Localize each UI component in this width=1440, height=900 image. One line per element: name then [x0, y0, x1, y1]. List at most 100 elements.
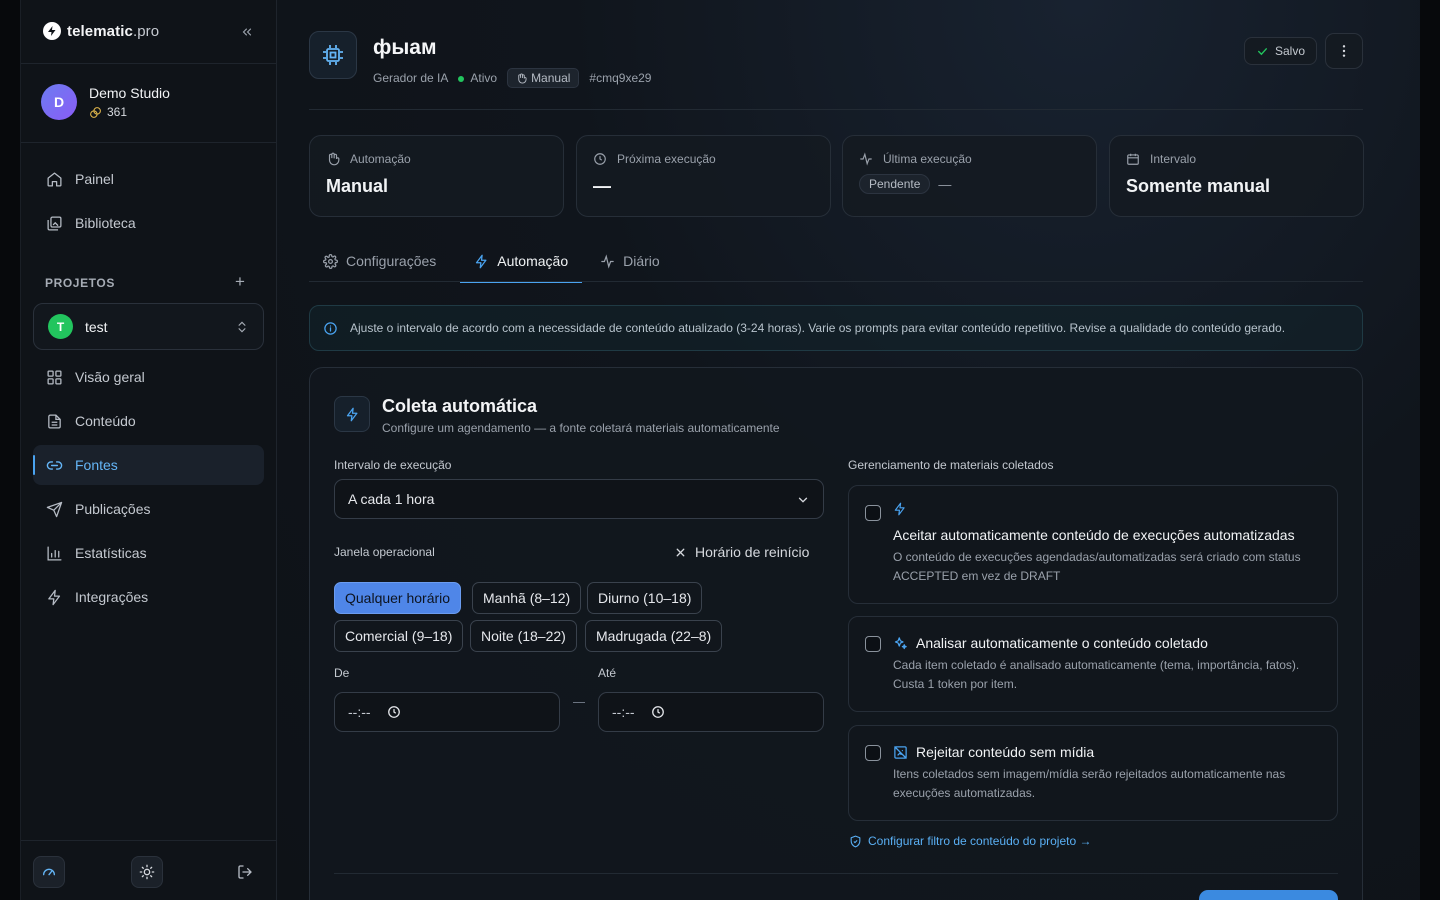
- clock-icon[interactable]: [387, 705, 401, 719]
- left-edge: [0, 0, 20, 900]
- usage-button[interactable]: [33, 856, 65, 888]
- to-time-input[interactable]: --:--: [598, 692, 824, 732]
- activity-icon: [860, 152, 872, 166]
- more-options-button[interactable]: [1325, 33, 1363, 69]
- nav-item-conteudo[interactable]: Conteúdo: [33, 401, 264, 441]
- nav-item-publicacoes[interactable]: Publicações: [33, 489, 264, 529]
- coins-icon: [90, 106, 101, 118]
- more-vertical-icon: [1342, 45, 1346, 57]
- saved-status: Salvo: [1244, 37, 1318, 65]
- option-auto-analyze: Analisar automaticamente o conteúdo cole…: [848, 616, 1338, 712]
- check-icon: [1258, 47, 1267, 55]
- chip-morning[interactable]: Manhã (8–12): [472, 582, 582, 614]
- divider: [309, 109, 1363, 110]
- nav-item-fontes[interactable]: Fontes: [33, 445, 264, 485]
- divider: [334, 873, 1338, 874]
- tab-diario[interactable]: Diário: [586, 240, 674, 282]
- panel-icon: [334, 396, 370, 432]
- workspace-name: Demo Studio: [89, 85, 170, 101]
- grid-icon: [47, 369, 62, 385]
- stat-interval: Intervalo Somente manual: [1109, 135, 1364, 217]
- sidebar: telematic.pro D Demo Studio 361 Painel B…: [20, 0, 277, 900]
- shield-check-icon: [850, 835, 861, 847]
- range-separator: [573, 702, 585, 703]
- from-time-input[interactable]: --:--: [334, 692, 560, 732]
- chip-evening[interactable]: Noite (18–22): [470, 620, 577, 652]
- home-icon: [47, 171, 62, 187]
- content-filter-link[interactable]: Configurar filtro de conteúdo do projeto…: [849, 834, 1091, 848]
- bolt-logo-icon: [43, 22, 61, 40]
- source-type-icon: [309, 31, 357, 79]
- from-label: De: [334, 666, 350, 680]
- sparkles-icon: [894, 636, 907, 649]
- brand-logo[interactable]: telematic.pro: [43, 22, 159, 40]
- bolt-icon: [893, 502, 907, 521]
- chip-any-time[interactable]: Qualquer horário: [334, 582, 462, 614]
- project-name: test: [85, 318, 108, 335]
- auto-analyze-checkbox[interactable]: [865, 636, 881, 652]
- tab-divider: [309, 281, 1363, 282]
- save-button[interactable]: [1199, 890, 1338, 900]
- to-label: Até: [598, 666, 617, 680]
- clock-icon[interactable]: [651, 705, 665, 719]
- hand-icon: [328, 152, 340, 166]
- clock-icon: [594, 153, 606, 165]
- stat-next-run: Próxima execução —: [576, 135, 831, 217]
- option-title: Aceitar automaticamente conteúdo de exec…: [893, 527, 1295, 543]
- nav-item-visao-geral[interactable]: Visão geral: [33, 357, 264, 397]
- token-balance: 361: [89, 105, 170, 119]
- status-badge: Ativo: [458, 71, 497, 85]
- option-description: O conteúdo de execuções agendadas/automa…: [893, 550, 1301, 583]
- nav-item-painel[interactable]: Painel: [33, 159, 264, 199]
- mode-badge: Manual: [507, 68, 580, 88]
- stat-value: —: [938, 176, 952, 192]
- nav-item-estatisticas[interactable]: Estatísticas: [33, 533, 264, 573]
- activity-icon: [601, 253, 614, 269]
- collapse-sidebar-button[interactable]: [237, 22, 257, 42]
- theme-toggle-button[interactable]: [131, 856, 163, 888]
- cpu-icon: [323, 45, 343, 65]
- option-description: Itens coletados sem imagem/mídia serão r…: [893, 767, 1286, 800]
- page-title: фыам: [373, 36, 437, 59]
- nav-item-integracoes[interactable]: Integrações: [33, 577, 264, 617]
- tab-configuracoes[interactable]: Configurações: [309, 240, 450, 282]
- project-selector[interactable]: T test: [33, 303, 264, 350]
- tab-automacao[interactable]: Automação: [460, 240, 582, 283]
- source-id: #cmq9xe29: [589, 71, 652, 85]
- status-dot: [458, 76, 465, 82]
- logout-icon: [238, 865, 252, 879]
- chevron-down-icon: [798, 497, 808, 503]
- stat-value: —: [593, 176, 611, 196]
- brand-name: telematic.pro: [67, 22, 160, 40]
- gauge-icon: [43, 868, 55, 876]
- stat-value: Manual: [326, 176, 389, 196]
- logout-button[interactable]: [229, 856, 261, 888]
- calendar-icon: [1127, 153, 1139, 165]
- nav-item-biblioteca[interactable]: Biblioteca: [33, 203, 264, 243]
- option-title: Rejeitar conteúdo sem mídia: [893, 744, 1094, 760]
- add-project-button[interactable]: +: [232, 273, 248, 291]
- status-pill: Pendente: [859, 174, 931, 194]
- reject-no-media-checkbox[interactable]: [865, 745, 881, 761]
- bolt-icon: [476, 254, 487, 268]
- option-auto-accept: Aceitar automaticamente conteúdo de exec…: [848, 485, 1338, 604]
- chip-daytime[interactable]: Diurno (10–18): [587, 582, 703, 614]
- window-label: Janela operacional: [334, 545, 435, 559]
- document-icon: [48, 413, 61, 429]
- source-meta: Gerador de IA Ativo Manual #cmq9xe29: [373, 68, 651, 88]
- chip-business[interactable]: Comercial (9–18): [334, 620, 464, 652]
- bolt-icon: [48, 589, 61, 605]
- right-edge: [1420, 0, 1440, 900]
- stat-automation: Automação Manual: [309, 135, 564, 217]
- option-reject-no-media: Rejeitar conteúdo sem mídia Itens coleta…: [848, 725, 1338, 821]
- chip-night[interactable]: Madrugada (22–8): [585, 620, 723, 652]
- send-icon: [46, 501, 63, 517]
- stat-last-run: Última execução Pendente —: [842, 135, 1097, 217]
- sun-icon: [139, 864, 155, 880]
- auto-accept-checkbox[interactable]: [865, 505, 881, 521]
- source-type: Gerador de IA: [373, 71, 449, 85]
- reset-time-button[interactable]: Horário de reinício: [674, 544, 809, 560]
- interval-label: Intervalo de execução: [334, 458, 452, 472]
- workspace-switcher[interactable]: D Demo Studio 361: [41, 84, 170, 120]
- interval-select[interactable]: A cada 1 hora: [334, 479, 824, 519]
